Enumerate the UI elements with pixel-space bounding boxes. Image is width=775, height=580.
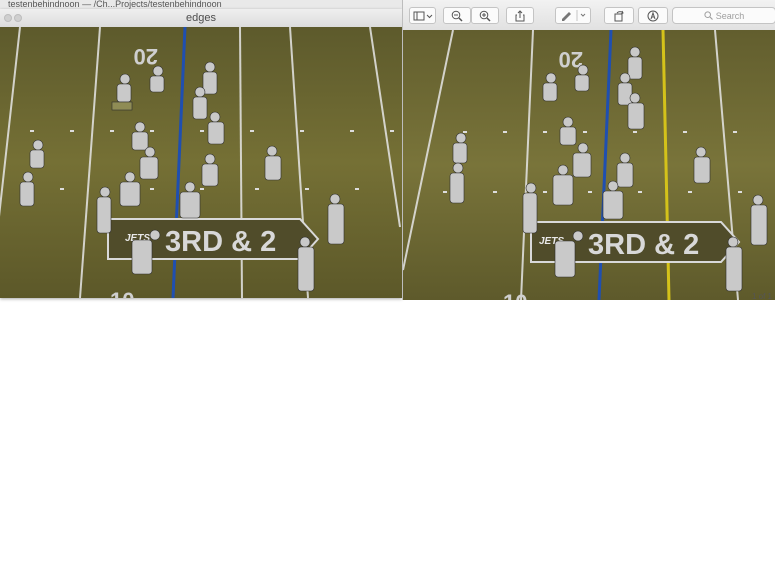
- zoom-out-icon: [451, 10, 463, 22]
- player: [617, 72, 633, 106]
- player: [627, 46, 643, 80]
- edges-image: JETS 3RD & 2 20 10: [0, 27, 402, 298]
- sidebar-button[interactable]: [409, 7, 436, 24]
- window-title: edges: [186, 12, 216, 24]
- preview-toolbar: Search: [403, 0, 775, 31]
- share-button[interactable]: [506, 7, 534, 24]
- edges-window: edges JETS 3RD & 2 20: [0, 9, 402, 298]
- page-info: 1 of 1: [751, 292, 772, 300]
- background-window-path: testenbehindnoon — /Ch...Projects/testen…: [8, 0, 222, 9]
- zoom-in-icon: [479, 10, 491, 22]
- player: [202, 61, 218, 95]
- sidebar-icon: [413, 11, 432, 20]
- annotate-icon: [647, 10, 659, 21]
- down-distance-text: 3RD & 2: [588, 229, 699, 261]
- yard-number-bottom: 10: [503, 290, 527, 300]
- down-distance-text: 3RD & 2: [165, 226, 276, 258]
- yard-number-top: 20: [134, 44, 158, 69]
- search-icon: [704, 11, 713, 20]
- rotate-button[interactable]: [604, 7, 634, 24]
- player: [192, 86, 208, 120]
- markup-pen-icon: [562, 10, 586, 21]
- search-placeholder: Search: [715, 10, 745, 21]
- yard-number-bottom: 10: [110, 288, 134, 298]
- share-icon: [515, 9, 525, 21]
- rotate-icon: [614, 10, 624, 21]
- search-input[interactable]: Search: [672, 7, 775, 24]
- zoom-in-button[interactable]: [471, 7, 499, 24]
- football-field-image: JETS 3RD & 2 20 10: [403, 30, 775, 300]
- markup-button[interactable]: [555, 7, 591, 24]
- preview-image: JETS 3RD & 2 20 10: [403, 30, 775, 300]
- zoom-out-button[interactable]: [443, 7, 471, 24]
- edges-window-titlebar[interactable]: edges: [0, 9, 402, 28]
- football-field-image: JETS 3RD & 2 20 10: [0, 27, 402, 298]
- annotate-button[interactable]: [638, 7, 668, 24]
- preview-window: Search JETS 3RD & 2 20 1 of 1: [402, 0, 775, 300]
